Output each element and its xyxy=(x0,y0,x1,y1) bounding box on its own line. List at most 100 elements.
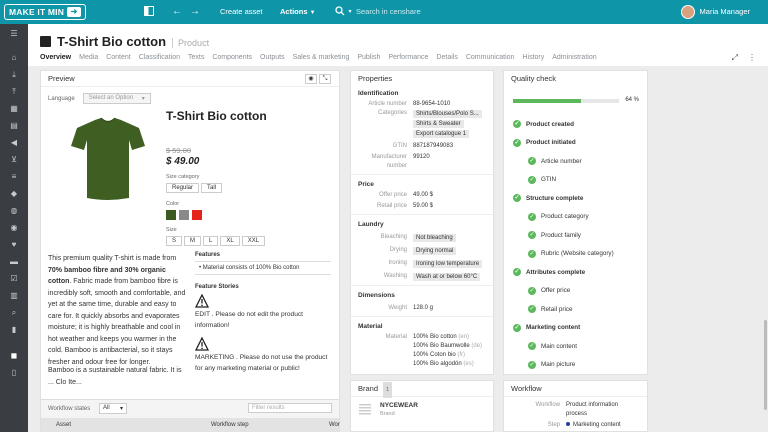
page-scrollbar[interactable] xyxy=(764,320,767,410)
washing-label: Washing xyxy=(383,273,407,279)
size-l[interactable]: L xyxy=(203,236,219,246)
brand-name[interactable]: NYCEWEAR xyxy=(380,402,418,409)
material-name: 100% Coton bio xyxy=(413,352,456,358)
megaphone-icon[interactable]: ◀ xyxy=(9,138,19,148)
check-icon: ✓ xyxy=(528,157,536,166)
trash-icon[interactable]: ▮ xyxy=(9,325,19,335)
clipboard-icon[interactable]: ▯ xyxy=(9,368,19,378)
tab-publish[interactable]: Publish xyxy=(357,54,380,61)
app-logo[interactable]: MAKE IT MIN ➜ xyxy=(4,4,87,20)
list-icon[interactable]: ≡ xyxy=(9,172,19,182)
check-icon: ✓ xyxy=(528,231,536,240)
tab-performance[interactable]: Performance xyxy=(388,54,428,61)
material-name: 100% Bio algodón xyxy=(413,361,462,367)
cart-icon[interactable]: ⊻ xyxy=(9,155,19,165)
old-price: $ 59.00 xyxy=(166,146,192,155)
actions-button[interactable]: Actions ▼ xyxy=(280,0,316,24)
quality-progress-fill xyxy=(513,99,581,103)
col-asset[interactable]: Asset xyxy=(56,422,71,428)
search-sidebar-icon[interactable]: ⌕ xyxy=(9,308,19,318)
eye-icon[interactable]: ◉ xyxy=(9,223,19,233)
search-dropdown-icon[interactable]: ▾ xyxy=(344,6,356,18)
tab-classification[interactable]: Classification xyxy=(139,54,180,61)
size-m[interactable]: M xyxy=(184,236,202,246)
tag-icon[interactable]: ◆ xyxy=(9,189,19,199)
col-workflow-step[interactable]: Workflow step xyxy=(211,422,249,428)
description-rest: . Fabric made from bamboo fibre is incre… xyxy=(48,278,186,366)
status-dot-icon xyxy=(566,422,570,426)
retail-price-value: 59.00 $ xyxy=(413,203,434,209)
weight-row: Weight 128.0 g xyxy=(351,304,493,313)
size-s[interactable]: S xyxy=(166,236,183,246)
asset-header: T-Shirt Bio cotton Product Overview Medi… xyxy=(28,24,768,66)
back-arrow-icon[interactable]: ← xyxy=(171,6,183,18)
menu-icon[interactable]: ☰ xyxy=(9,29,19,39)
cube-icon[interactable]: ◼ xyxy=(9,351,19,361)
quality-item: ✓ Structure complete xyxy=(504,189,647,208)
category-chip[interactable]: Export catalogue 1 xyxy=(413,130,470,138)
book-icon[interactable]: ▤ xyxy=(9,121,19,131)
logo-arrow-icon: ➜ xyxy=(67,7,82,17)
quality-item: ✓ Marketing content xyxy=(504,319,647,338)
heart-icon[interactable]: ♥ xyxy=(9,240,19,250)
upload-icon[interactable]: ⤒ xyxy=(9,87,19,97)
color-swatch-red[interactable] xyxy=(192,210,202,220)
tab-media[interactable]: Media xyxy=(79,54,98,61)
offer-price-label: Offer price xyxy=(379,192,407,198)
folder-icon[interactable]: ▬ xyxy=(9,257,19,267)
workflow-table-header: Asset Workflow step Wor xyxy=(41,418,340,432)
user-menu[interactable]: Maria Manager xyxy=(680,0,750,24)
tab-sales-marketing[interactable]: Sales & marketing xyxy=(293,54,350,61)
quality-item: ✓ Main picture xyxy=(504,356,647,375)
drying-row: Drying Drying normal xyxy=(351,246,493,256)
more-vertical-icon[interactable]: ⋮ xyxy=(748,53,756,63)
bleaching-row: Bleaching Not bleaching xyxy=(351,233,493,243)
quality-item: ✓ Offer price xyxy=(504,282,647,301)
quality-item-label: Article number xyxy=(541,157,582,165)
size-category-tall[interactable]: Tall xyxy=(201,183,223,193)
sidebar-toggle-icon[interactable] xyxy=(143,6,155,18)
forward-arrow-icon[interactable]: → xyxy=(189,6,201,18)
tab-administration[interactable]: Administration xyxy=(552,54,596,61)
tab-overview[interactable]: Overview xyxy=(40,54,71,61)
tab-outputs[interactable]: Outputs xyxy=(260,54,285,61)
home-icon[interactable]: ⌂ xyxy=(9,53,19,63)
tab-history[interactable]: History xyxy=(522,54,544,61)
tab-content[interactable]: Content xyxy=(106,54,131,61)
check-square-icon[interactable]: ☑ xyxy=(9,274,19,284)
size-xxl[interactable]: XXL xyxy=(241,236,266,246)
check-icon: ✓ xyxy=(513,120,521,129)
tab-components[interactable]: Components xyxy=(212,54,252,61)
size-category-label: Size category xyxy=(166,174,200,180)
size-xl[interactable]: XL xyxy=(220,236,240,246)
tab-texts[interactable]: Texts xyxy=(188,54,204,61)
expand-icon[interactable]: ⤢ xyxy=(732,53,738,63)
globe-icon[interactable]: ◍ xyxy=(9,206,19,216)
download-icon[interactable]: ⤓ xyxy=(9,70,19,80)
color-swatch-grey[interactable] xyxy=(179,210,189,220)
tab-details[interactable]: Details xyxy=(436,54,457,61)
workflow-value: Product information process xyxy=(566,402,619,417)
calendar-icon[interactable]: ▦ xyxy=(9,104,19,114)
check-icon: ✓ xyxy=(513,138,521,147)
create-asset-button[interactable]: Create asset xyxy=(220,0,263,24)
color-options xyxy=(166,210,202,220)
category-chip[interactable]: Shirts & Sweater xyxy=(413,120,464,128)
quality-check-panel: Quality check 64 % ✓ Product created ✓ Pro… xyxy=(503,70,648,375)
shrink-icon[interactable]: ⤡ xyxy=(319,74,331,84)
product-cube-icon xyxy=(40,36,51,47)
drying-label: Drying xyxy=(389,247,407,253)
features-block: Features • Material consists of 100% Bio… xyxy=(194,252,331,374)
preview-title: Preview ◉ ⤡ xyxy=(41,71,339,87)
category-chip[interactable]: Shirts/Blouses/Polo S... xyxy=(413,110,482,118)
language-select[interactable]: Select an Option ▾ xyxy=(82,93,151,104)
chart-icon[interactable]: ▥ xyxy=(9,291,19,301)
search-input[interactable]: Search in censhare xyxy=(356,0,421,24)
size-category-regular[interactable]: Regular xyxy=(166,183,200,193)
workflow-states-select[interactable]: All ▾ xyxy=(99,403,127,414)
eye-icon[interactable]: ◉ xyxy=(305,74,317,84)
tab-communication[interactable]: Communication xyxy=(466,54,515,61)
color-swatch-green[interactable] xyxy=(166,210,176,220)
col-wor[interactable]: Wor xyxy=(329,422,340,428)
filter-results-input[interactable]: Filter results xyxy=(248,403,332,413)
